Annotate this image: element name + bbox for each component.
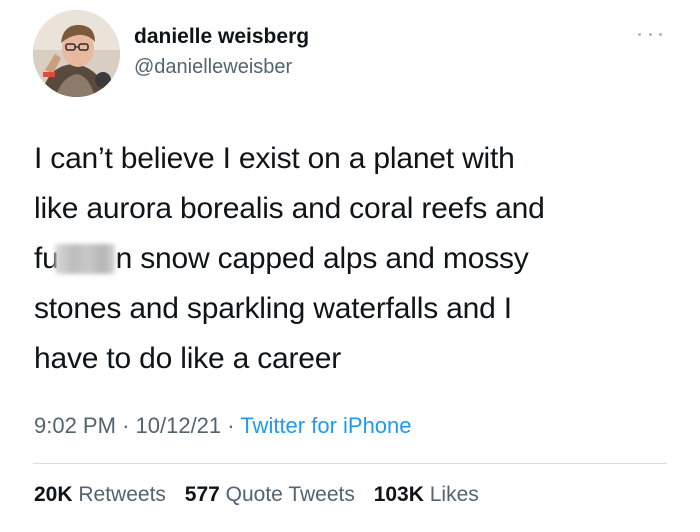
quote-tweets-stat[interactable]: 577 Quote Tweets [185, 483, 355, 507]
tweet-card: danielle weisberg @danielleweisber I can… [0, 0, 700, 532]
tweet-line: have to do like a career [34, 342, 342, 375]
tweet-line-rest: n snow capped alps and mossy [115, 242, 529, 275]
tweet-text: I can’t believe I exist on a planet with… [34, 134, 674, 384]
quote-tweets-count: 577 [184, 483, 220, 506]
likes-label: Likes [429, 483, 479, 506]
profile-photo-icon [33, 10, 120, 97]
meta-separator: · [227, 413, 235, 438]
retweets-stat[interactable]: 20K Retweets [34, 483, 166, 507]
tweet-line: like aurora borealis and coral reefs and [34, 192, 545, 225]
tweet-line: I can’t believe I exist on a planet with [34, 142, 515, 175]
retweets-count: 20K [34, 483, 73, 506]
tweet-line-censored: fu n snow capped alps and mossy [34, 234, 674, 284]
meta-separator: · [122, 413, 130, 438]
dot [648, 32, 652, 36]
tweet-stats: 20K Retweets 577 Quote Tweets 103K Likes [34, 483, 492, 507]
censor-blur [54, 244, 115, 274]
tweet-time[interactable]: 9:02 PM [34, 413, 116, 438]
tweet-source-link[interactable]: Twitter for iPhone [240, 413, 411, 438]
likes-count: 103K [373, 483, 424, 506]
quote-tweets-label: Quote Tweets [225, 483, 355, 506]
avatar[interactable] [33, 10, 120, 97]
likes-stat[interactable]: 103K Likes [374, 483, 479, 507]
tweet-line: stones and sparkling waterfalls and I [34, 292, 512, 325]
author-name[interactable]: danielle weisberg [134, 25, 309, 49]
tweet-meta: 9:02 PM · 10/12/21 · Twitter for iPhone [34, 413, 412, 439]
dot [638, 32, 641, 36]
dot [659, 32, 662, 36]
retweets-label: Retweets [78, 483, 166, 506]
more-options-icon[interactable] [638, 28, 662, 40]
author-handle[interactable]: @danielleweisber [134, 56, 292, 79]
tweet-date[interactable]: 10/12/21 [136, 413, 222, 438]
divider [33, 463, 667, 464]
